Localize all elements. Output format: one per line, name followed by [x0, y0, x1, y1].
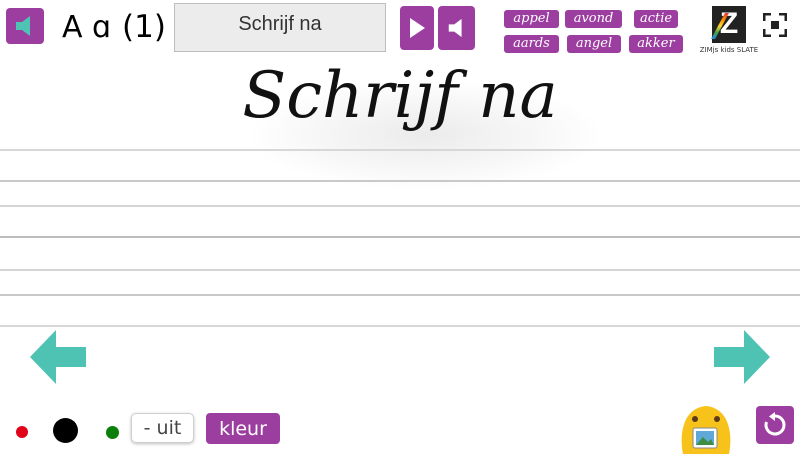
sound-button[interactable]	[438, 6, 475, 50]
writing-line	[0, 205, 800, 207]
refresh-icon	[764, 412, 786, 436]
pen-black-dot[interactable]	[53, 418, 78, 443]
fullscreen-button[interactable]	[762, 12, 788, 38]
arrow-right-icon	[714, 330, 770, 384]
writing-line	[0, 180, 800, 182]
previous-arrow[interactable]	[30, 330, 86, 384]
writing-line	[0, 269, 800, 271]
word-button-actie[interactable]: actie	[634, 10, 678, 28]
arrow-left-icon	[30, 330, 86, 384]
uit-button[interactable]: - uit	[131, 413, 194, 443]
writing-line	[0, 236, 800, 238]
writing-line	[0, 325, 800, 327]
play-button[interactable]	[400, 6, 434, 50]
lesson-number: (1)	[122, 9, 166, 45]
speaker-icon	[16, 16, 30, 36]
photo-helper-button[interactable]	[677, 404, 735, 454]
writing-line	[0, 294, 800, 296]
zim-logo: Z	[711, 6, 746, 43]
uit-label: - uit	[143, 417, 182, 439]
fullscreen-icon	[762, 12, 788, 38]
pen-red-dot[interactable]	[16, 426, 28, 438]
kleur-label: kleur	[219, 417, 267, 440]
exercise-title-box[interactable]: Schrijf na	[174, 3, 386, 52]
writing-line	[0, 149, 800, 151]
word-button-appel[interactable]: appel	[504, 10, 559, 28]
kleur-button[interactable]: kleur	[206, 413, 280, 444]
play-icon	[410, 18, 425, 38]
photo-helper-icon	[681, 406, 731, 454]
next-arrow[interactable]	[714, 330, 770, 384]
reset-button[interactable]	[756, 406, 794, 444]
speaker-icon	[448, 18, 462, 38]
speaker-button[interactable]	[6, 8, 44, 44]
writing-text: Schrijf na	[242, 59, 558, 133]
word-button-avond[interactable]: avond	[565, 10, 622, 28]
exercise-title: Schrijf na	[238, 13, 322, 35]
pen-green-dot[interactable]	[106, 426, 119, 439]
lesson-letters: A ɑ	[62, 10, 112, 45]
